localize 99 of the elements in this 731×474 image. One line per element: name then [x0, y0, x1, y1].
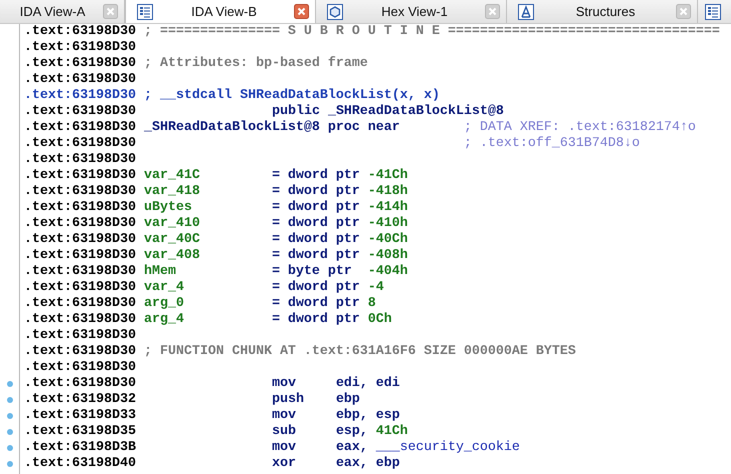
number-value: -410h: [368, 216, 408, 231]
address: .text:63198D30: [24, 360, 136, 375]
code-text: =: [272, 168, 280, 183]
address: .text:63198D30: [24, 136, 136, 151]
code-text: dword ptr: [288, 168, 360, 183]
code-text: push: [272, 392, 304, 407]
tab[interactable]: Structures: [507, 0, 698, 23]
variable-name: var_410: [144, 216, 200, 231]
tab[interactable]: Hex View-1: [316, 0, 507, 23]
code-text: dword ptr: [288, 200, 360, 215]
address: .text:63198D3B: [24, 440, 136, 455]
variable-name: var_4: [144, 280, 184, 295]
comment-text: ; FUNCTION CHUNK AT .text:631A16F6 SIZE 000000AE BYTES: [144, 344, 576, 359]
address: .text:63198D30: [24, 120, 136, 135]
code-text: _SHReadDataBlockList@8: [144, 120, 320, 135]
address: .text:63198D30: [24, 296, 136, 311]
number-value: 41Ch: [376, 424, 408, 439]
number-value: -4: [368, 280, 384, 295]
variable-name: hMem: [144, 264, 176, 279]
variable-name: var_408: [144, 248, 200, 263]
code-text: =: [272, 296, 280, 311]
document-icon: [704, 2, 722, 20]
code-text: mov: [272, 376, 296, 391]
variable-name: uBytes: [144, 200, 192, 215]
tab[interactable]: IDA View-A: [0, 0, 125, 23]
address: .text:63198D32: [24, 392, 136, 407]
code-text: =: [272, 312, 280, 327]
code-text: dword ptr: [288, 280, 360, 295]
code-text: eax,: [336, 440, 368, 455]
code-text: eax, ebp: [336, 456, 400, 471]
symbol-name: ___security_cookie: [376, 440, 520, 455]
code-text: =: [272, 200, 280, 215]
address: .text:63198D30: [24, 376, 136, 391]
number-value: 8: [368, 296, 376, 311]
address: .text:63198D30: [24, 168, 136, 183]
code-text: =: [272, 232, 280, 247]
code-text: dword ptr: [288, 184, 360, 199]
number-value: -40Ch: [368, 232, 408, 247]
address: .text:63198D30: [24, 184, 136, 199]
number-value: -414h: [368, 200, 408, 215]
number-value: -404h: [368, 264, 408, 279]
code-text: public _SHReadDataBlockList@8: [272, 104, 504, 119]
variable-name: arg_4: [144, 312, 184, 327]
comment-text: ; =============== S U B R O U T I N E ==================================: [144, 24, 720, 39]
address: .text:63198D30: [24, 248, 136, 263]
address: .text:63198D30: [24, 264, 136, 279]
document-icon: [136, 2, 154, 20]
code-text: mov: [272, 408, 296, 423]
code-text: dword ptr: [288, 232, 360, 247]
address: .text:63198D30: [24, 280, 136, 295]
code-text: =: [272, 248, 280, 263]
code-text: edi, edi: [336, 376, 400, 391]
variable-name: var_41C: [144, 168, 200, 183]
address: .text:63198D30: [24, 40, 136, 55]
code-text: =: [272, 280, 280, 295]
number-value: -408h: [368, 248, 408, 263]
code-text: esp,: [336, 424, 368, 439]
address: .text:63198D35: [24, 424, 136, 439]
code-text: mov: [272, 440, 296, 455]
code-text: ebp, esp: [336, 408, 400, 423]
xref-comment: ; DATA XREF: .text:63182174↑o: [464, 120, 696, 135]
address: .text:63198D33: [24, 408, 136, 423]
function-prototype: ; __stdcall SHReadDataBlockList(x, x): [144, 88, 440, 103]
address: .text:63198D30: [24, 344, 136, 359]
address: .text:63198D30: [24, 312, 136, 327]
address: .text:63198D30: [24, 216, 136, 231]
code-text: proc near: [328, 120, 400, 135]
code-text: =: [272, 184, 280, 199]
code-text: dword ptr: [288, 312, 360, 327]
code-text: =: [272, 216, 280, 231]
variable-name: arg_0: [144, 296, 184, 311]
tab[interactable]: IDA View-B: [125, 0, 316, 23]
code-text: dword ptr: [288, 296, 360, 311]
code-text: dword ptr: [288, 216, 360, 231]
xref-comment: ; .text:off_631B74D8↓o: [464, 136, 640, 151]
address: .text:63198D30: [24, 200, 136, 215]
variable-name: var_418: [144, 184, 200, 199]
address: .text:63198D30: [24, 328, 136, 343]
comment-text: ; Attributes: bp-based frame: [144, 56, 368, 71]
code-text: byte ptr: [288, 264, 352, 279]
number-value: -418h: [368, 184, 408, 199]
close-icon[interactable]: [294, 4, 309, 19]
address: .text:63198D30: [24, 88, 136, 103]
address: .text:63198D30: [24, 232, 136, 247]
address: .text:63198D30: [24, 24, 136, 39]
address: .text:63198D40: [24, 456, 136, 471]
number-value: -41Ch: [368, 168, 408, 183]
address: .text:63198D30: [24, 72, 136, 87]
code-text: ebp: [336, 392, 360, 407]
code-text: dword ptr: [288, 248, 360, 263]
address: .text:63198D30: [24, 152, 136, 167]
number-value: 0Ch: [368, 312, 392, 327]
variable-name: var_40C: [144, 232, 200, 247]
code-text: sub: [272, 424, 296, 439]
address: .text:63198D30: [24, 104, 136, 119]
code-text: =: [272, 264, 280, 279]
structure-icon: [517, 2, 535, 20]
code-text: xor: [272, 456, 296, 471]
address: .text:63198D30: [24, 56, 136, 71]
